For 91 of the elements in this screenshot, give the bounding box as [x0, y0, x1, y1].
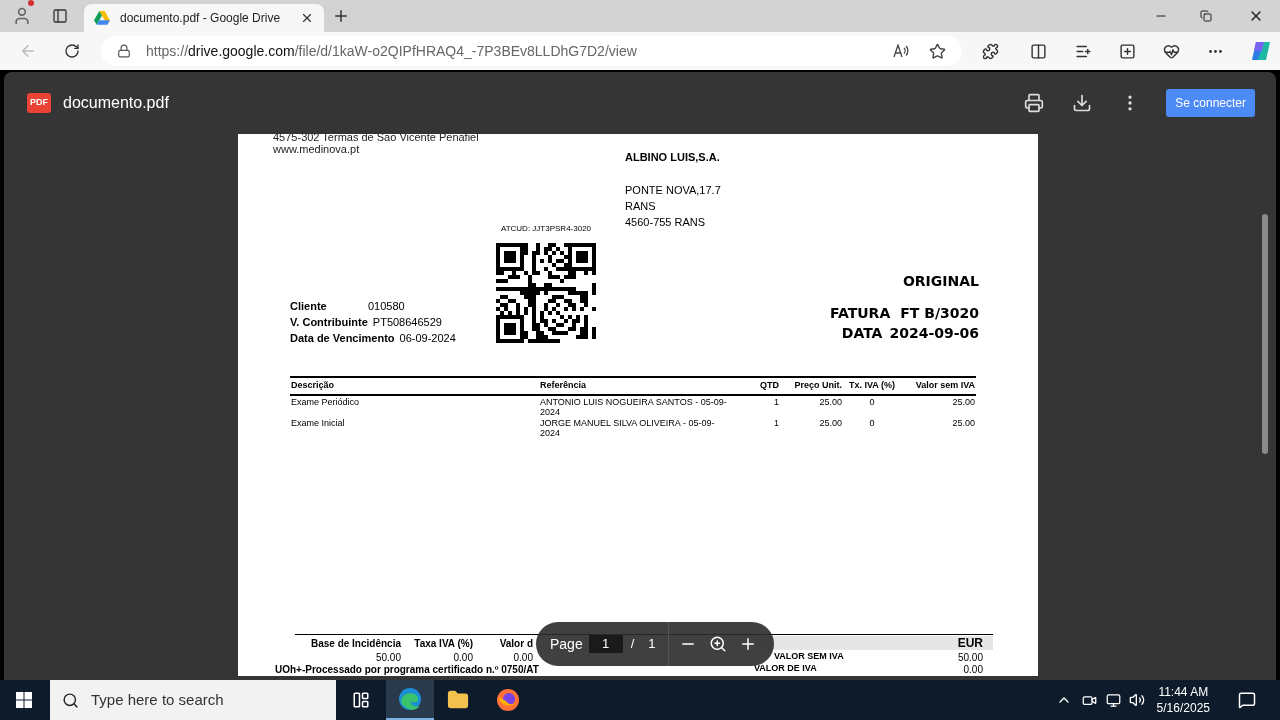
extensions-icon[interactable]: [982, 42, 999, 60]
close-icon[interactable]: [300, 11, 314, 25]
print-icon[interactable]: [1024, 93, 1045, 113]
search-icon: [62, 691, 79, 709]
recipient-address-line: PONTE NOVA,17.7: [625, 182, 721, 198]
invoice-date-label: DATA: [841, 324, 883, 343]
task-view-icon[interactable]: [352, 691, 370, 709]
download-icon[interactable]: [1072, 93, 1093, 113]
scrollbar-thumb[interactable]: [1262, 214, 1268, 454]
windows-start-icon[interactable]: [16, 692, 32, 708]
address-field[interactable]: https://drive.google.com/file/d/1kaW-o2QIPfHRAQ4_-7P3BEv8LLDhG7D2/view: [101, 36, 962, 66]
summary-value: 50.00: [956, 650, 984, 665]
table-cell-text: 0: [868, 396, 876, 409]
copy-label: ORIGINAL: [902, 272, 979, 291]
client-field-label: Cliente: [290, 299, 328, 314]
favorite-star-icon[interactable]: [929, 42, 946, 60]
invoice-number: FT B/3020: [900, 304, 979, 323]
invoice-date: 2024-09-06: [889, 324, 979, 343]
totals-header: Taxa IVA (%): [413, 636, 473, 651]
table-cell-text: Exame Periódico: [290, 396, 361, 409]
sender-address-line: www.medinova.pt: [273, 143, 361, 155]
table-cell-text: 25.00: [818, 417, 843, 430]
totals-value: 0.00: [452, 650, 473, 665]
zoom-icon[interactable]: [708, 635, 727, 653]
split-screen-icon[interactable]: [1030, 42, 1047, 60]
column-header: Preço Unit.: [793, 379, 843, 392]
drive-logo-icon: [94, 11, 110, 25]
browser-tab[interactable]: documento.pdf - Google Drive: [84, 4, 324, 32]
profile-icon[interactable]: [12, 6, 32, 26]
table-cell-text: 0: [868, 417, 876, 430]
totals-value: 50.00: [374, 650, 401, 665]
column-header: Descrição: [290, 379, 336, 392]
page-separator: /: [630, 635, 635, 654]
restore-icon[interactable]: [1200, 10, 1212, 22]
tab-title: documento.pdf - Google Drive: [120, 10, 282, 27]
read-aloud-icon[interactable]: [893, 44, 909, 58]
summary-label: VALOR SEM IVA: [774, 650, 844, 664]
page-total: 1: [648, 635, 656, 654]
column-header: Referência: [539, 379, 588, 392]
totals-value: 0.00: [512, 650, 533, 665]
volume-icon[interactable]: [1128, 692, 1145, 708]
collections-icon[interactable]: [1119, 42, 1136, 60]
file-name: documento.pdf: [63, 93, 169, 113]
client-field-value: 010580: [368, 299, 405, 314]
client-field-label: V. Contribuinte: [290, 315, 368, 330]
client-field-value: PT508646529: [372, 315, 442, 330]
certification-note: UOh+-Processado por programa certificado n.º 0750/AT: [275, 662, 540, 676]
edge-taskbar-button[interactable]: [386, 680, 434, 720]
lock-icon: [117, 44, 131, 58]
recipient-name: ALBINO LUIS,S.A.: [625, 150, 721, 165]
recipient-address-line: 4560-755 RANS: [625, 214, 707, 230]
invoice-type-label: FATURA: [830, 304, 891, 323]
totals-header: Base de Incidência: [309, 636, 401, 651]
page-number-field[interactable]: 1: [588, 635, 623, 653]
copilot-icon[interactable]: [1250, 40, 1272, 62]
table-cell-text: 1: [773, 417, 780, 430]
pdf-file-icon: PDF: [27, 93, 51, 113]
edge-logo-icon: [398, 687, 422, 711]
page-label: Page: [550, 634, 583, 654]
column-header: QTD: [759, 379, 780, 392]
notifications-icon[interactable]: [1238, 691, 1256, 709]
table-cell-text: 25.00: [951, 396, 976, 409]
clock-time[interactable]: 11:44 AM: [1158, 684, 1209, 700]
new-tab-icon[interactable]: [332, 7, 350, 25]
table-cell-text: JORGE MANUEL SILVA OLIVEIRA - 05-09-2024: [539, 417, 716, 438]
reload-icon[interactable]: [64, 43, 80, 59]
table-cell-text: 25.00: [818, 396, 843, 409]
table-cell-text: ANTONIO LUIS NOGUEIRA SANTOS - 05-09-2024: [539, 396, 728, 417]
table-cell-text: 1: [773, 396, 780, 409]
tab-actions-icon[interactable]: [52, 8, 68, 24]
client-field-value: 06-09-2024: [399, 331, 456, 346]
column-header: Tx. IVA (%): [848, 379, 896, 392]
sender-address-line: 4575-302 Termas de São Vicente Penafiel: [273, 134, 480, 143]
column-header: Valor sem IVA: [914, 379, 976, 392]
client-field-label: Data de Vencimento: [290, 331, 395, 346]
atcud-code: ATCUD: JJT3PSR4-3020: [500, 223, 592, 235]
summary-value: 0.00: [962, 662, 984, 676]
clock-date[interactable]: 5/16/2025: [1156, 700, 1210, 716]
recipient-address-line: RANS: [625, 198, 657, 214]
search-placeholder: Type here to search: [91, 689, 224, 710]
totals-header: Valor d: [498, 636, 533, 651]
currency-label: EUR: [957, 636, 983, 650]
table-cell-text: Exame Inicial: [290, 417, 346, 430]
url-text: https://drive.google.com/file/d/1kaW-o2QIPfHRAQ4_-7P3BEv8LLDhG7D2/view: [146, 41, 638, 61]
table-cell-text: 25.00: [951, 417, 976, 430]
file-explorer-icon[interactable]: [447, 689, 469, 711]
network-icon[interactable]: [1105, 692, 1121, 708]
summary-label: VALOR DE IVA: [754, 662, 817, 676]
taskbar-search-field[interactable]: Type here to search: [50, 680, 336, 720]
heart-pulse-icon[interactable]: [1163, 42, 1180, 60]
firefox-icon[interactable]: [496, 688, 520, 712]
